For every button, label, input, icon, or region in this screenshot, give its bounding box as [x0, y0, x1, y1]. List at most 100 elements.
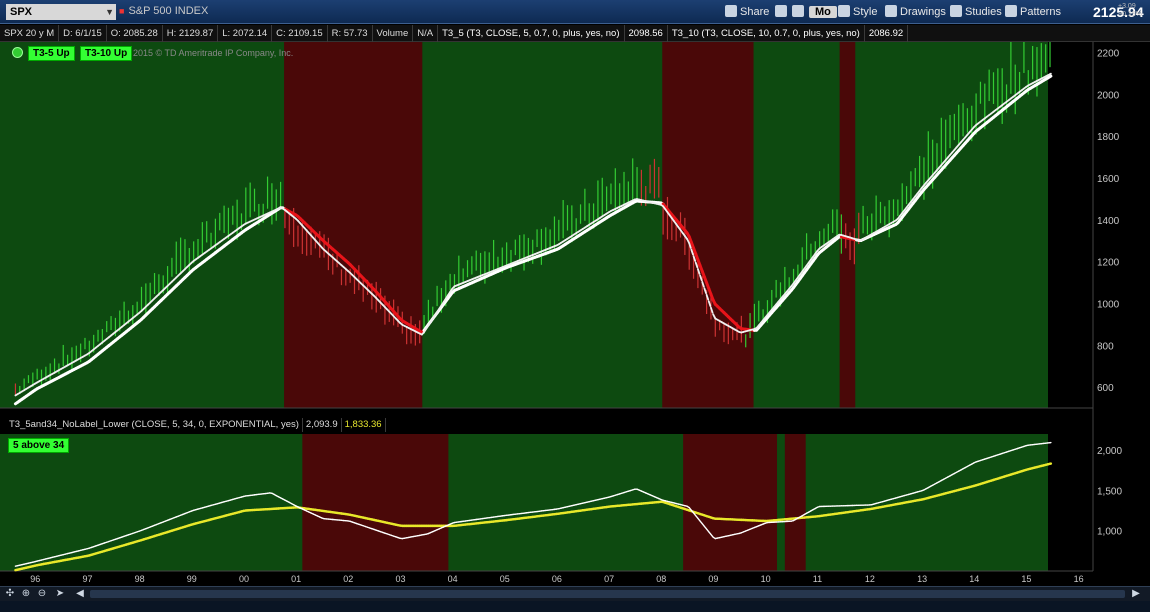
share-button[interactable]: Share	[725, 4, 769, 20]
t3-10-value: 2086.92	[865, 25, 909, 42]
t3-10-line	[1048, 74, 1053, 79]
lower-value-2: 1,833.36	[342, 418, 386, 432]
y-tick-label: 1000	[1097, 299, 1120, 310]
x-tick-label: 10	[761, 574, 771, 584]
chevron-down-icon[interactable]: ▼	[105, 4, 114, 20]
volume-value: N/A	[413, 25, 439, 42]
drawings-button[interactable]: Drawings	[885, 4, 946, 20]
t3-10-badge: T3-10 Up	[80, 46, 133, 61]
symbol-description: ■ S&P 500 INDEX	[119, 5, 208, 17]
x-tick-label: 07	[604, 574, 614, 584]
studies-label: Studies	[965, 6, 1002, 18]
y-tick-label: 600	[1097, 383, 1114, 394]
t3-5-badge: T3-5 Up	[28, 46, 75, 61]
lower-study-label[interactable]: T3_5and34_NoLabel_Lower (CLOSE, 5, 34, 0…	[6, 418, 303, 432]
change-pct: +0.15%	[1118, 11, 1142, 18]
lower-bear-region	[683, 434, 778, 571]
lower-study-header: T3_5and34_NoLabel_Lower (CLOSE, 5, 34, 0…	[6, 418, 386, 432]
lower-bull-background	[0, 434, 1048, 571]
bar-close: C: 2109.15	[272, 25, 328, 42]
x-tick-label: 14	[969, 574, 979, 584]
symbol-input[interactable]: SPX ▼	[6, 4, 116, 20]
zoom-in-icon[interactable]: ⊕	[20, 588, 32, 600]
y-tick-label: 2200	[1097, 48, 1120, 59]
price-chart[interactable]: 60080010001200140016001800200022001,0001…	[0, 42, 1150, 586]
lower-bear-region	[302, 434, 449, 571]
wrench-button[interactable]	[792, 4, 807, 20]
x-tick-label: 13	[917, 574, 927, 584]
x-tick-label: 02	[343, 574, 353, 584]
share-label: Share	[740, 6, 770, 18]
drawings-label: Drawings	[900, 6, 946, 18]
x-tick-label: 12	[865, 574, 875, 584]
symbol-value: SPX	[10, 6, 33, 18]
x-tick-label: 15	[1021, 574, 1031, 584]
pan-icon[interactable]: ✣	[4, 588, 16, 600]
x-tick-label: 11	[813, 574, 822, 584]
x-tick-label: 08	[656, 574, 666, 584]
t3-10-study-label[interactable]: T3_10 (T3, CLOSE, 10, 0.7, 0, plus, yes,…	[668, 25, 865, 42]
x-tick-label: 96	[30, 574, 40, 584]
x-tick-label: 98	[135, 574, 145, 584]
copyright-text: 2015 © TD Ameritrade IP Company, Inc.	[133, 48, 294, 58]
t3-5-study-label[interactable]: T3_5 (T3, CLOSE, 5, 0.7, 0, plus, yes, n…	[438, 25, 625, 42]
upper-future-area	[1048, 42, 1093, 408]
x-tick-label: 05	[500, 574, 510, 584]
x-tick-label: 03	[395, 574, 405, 584]
lower-y-tick-label: 1,500	[1097, 486, 1122, 497]
aggregation-button[interactable]: Mo	[809, 4, 837, 20]
x-tick-label: 04	[448, 574, 458, 584]
chart-scrollbar[interactable]: ✣ ⊕ ⊖ ➤ ◀ ▶	[0, 586, 1150, 601]
studies-icon	[950, 5, 962, 17]
status-strip	[0, 601, 1150, 612]
bar-date: D: 6/1/15	[59, 25, 107, 42]
y-tick-label: 1400	[1097, 216, 1120, 227]
x-tick-label: 99	[187, 574, 197, 584]
patterns-icon	[1005, 5, 1017, 17]
wrench-icon	[792, 5, 804, 17]
change-abs: +3.09	[1118, 3, 1136, 10]
scroll-track[interactable]	[90, 590, 1125, 598]
study-toggle-icon[interactable]	[12, 47, 23, 58]
lower-y-tick-label: 1,000	[1097, 527, 1122, 538]
x-tick-label: 01	[291, 574, 301, 584]
chart-period[interactable]: SPX 20 y M	[0, 25, 60, 42]
scroll-left-icon[interactable]: ◀	[74, 588, 86, 600]
style-label: Style	[853, 6, 878, 18]
patterns-button[interactable]: Patterns	[1005, 4, 1061, 20]
lower-bear-region	[784, 434, 806, 571]
flag-icon: ■	[119, 6, 125, 16]
price-change: +3.09 +0.15%	[1118, 3, 1142, 19]
upper-bear-region	[839, 42, 856, 408]
bar-low: L: 2072.14	[218, 25, 273, 42]
y-tick-label: 2000	[1097, 90, 1120, 101]
volume-label: Volume	[373, 25, 414, 42]
y-tick-label: 1800	[1097, 132, 1120, 143]
x-tick-label: 09	[708, 574, 718, 584]
lower-badge: 5 above 34	[8, 438, 70, 453]
t3-5-value: 2098.56	[625, 25, 668, 42]
bar-high: H: 2129.87	[163, 25, 219, 42]
cursor-icon[interactable]: ➤	[54, 588, 66, 600]
aggregation-label: Mo	[809, 6, 837, 18]
y-tick-label: 1200	[1097, 258, 1120, 269]
bar-open: O: 2085.28	[107, 25, 163, 42]
symbol-name: S&P 500 INDEX	[128, 5, 209, 17]
pencil-icon	[885, 5, 897, 17]
y-tick-label: 1600	[1097, 174, 1120, 185]
scroll-right-icon[interactable]: ▶	[1130, 588, 1142, 600]
x-tick-label: 97	[82, 574, 92, 584]
style-button[interactable]: Style	[838, 4, 877, 20]
studies-button[interactable]: Studies	[950, 4, 1002, 20]
bar-range: R: 57.73	[328, 25, 373, 42]
crosshair-icon	[775, 5, 787, 17]
price-info-bar: SPX 20 y M D: 6/1/15 O: 2085.28 H: 2129.87 L…	[0, 25, 1150, 42]
crosshair-button[interactable]	[775, 4, 790, 20]
share-icon	[725, 5, 737, 17]
x-tick-label: 06	[552, 574, 562, 584]
patterns-label: Patterns	[1020, 6, 1061, 18]
upper-bull-background	[0, 42, 1048, 408]
lower-y-tick-label: 2,000	[1097, 446, 1122, 457]
zoom-out-icon[interactable]: ⊖	[36, 588, 48, 600]
lower-future-area	[1048, 434, 1093, 571]
